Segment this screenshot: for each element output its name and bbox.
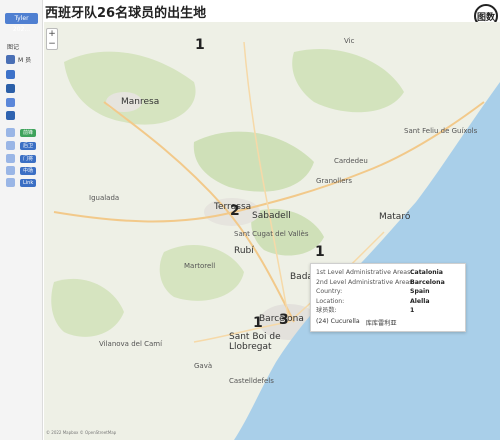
tooltip-key: 2nd Level Administrative Areas:	[316, 278, 415, 286]
place-label: Castelldefels	[229, 377, 274, 385]
filter-chip[interactable]: Link	[20, 179, 37, 187]
filter-row	[6, 154, 15, 163]
filter-icon	[6, 141, 15, 150]
tooltip-key: 1st Level Administrative Areas:	[316, 269, 413, 276]
place-label: Sabadell	[252, 211, 291, 221]
tooltip-row: 1st Level Administrative Areas: Cataloni…	[316, 268, 460, 278]
tooltip-value: Spain	[410, 288, 430, 295]
place-label: Mataró	[379, 212, 411, 222]
filter-chip[interactable]: 前锋	[20, 129, 37, 137]
tooltip-row: 球员数: 1	[316, 306, 460, 316]
place-label: Igualada	[89, 194, 120, 202]
map-view[interactable]: Manresa Terrassa Sabadell Rubí Mataró Ba…	[44, 22, 500, 440]
place-label: Vilanova del Camí	[99, 340, 163, 348]
legend-item[interactable]: M 员	[6, 55, 31, 64]
zoom-control: + −	[46, 28, 58, 50]
place-label: Gavà	[194, 362, 213, 370]
legend-swatch	[6, 111, 15, 120]
legend-item[interactable]	[6, 70, 15, 79]
tooltip-player: (24) Cucurella 库库雷利亚	[316, 318, 460, 327]
filter-icon	[6, 128, 15, 137]
legend-item[interactable]	[6, 111, 15, 120]
legend-swatch	[6, 70, 15, 79]
legend-item[interactable]	[6, 98, 15, 107]
filter-chip[interactable]: 中场	[20, 167, 37, 175]
filter-icon	[6, 166, 15, 175]
filter-row	[6, 128, 15, 137]
player-name: 库库雷利亚	[365, 319, 397, 327]
filter-row	[6, 178, 15, 187]
filter-row	[6, 166, 15, 175]
place-label: Cardedeu	[334, 157, 368, 165]
place-label: Sant Boi de Llobregat	[229, 332, 281, 352]
tooltip-key: Location:	[316, 297, 345, 305]
legend-item-label: M 员	[18, 57, 32, 64]
legend-title: 图记	[7, 44, 20, 51]
legend-swatch	[6, 84, 15, 93]
legend-swatch	[6, 55, 15, 64]
place-label: Granollers	[316, 177, 353, 185]
filter-icon	[6, 154, 15, 163]
place-label: Rubí	[234, 246, 254, 256]
tooltip-row: 2nd Level Administrative Areas: Barcelon…	[316, 278, 460, 288]
tooltip-value: Catalonia	[410, 269, 443, 276]
filter-chip[interactable]: 门将	[20, 155, 37, 163]
zoom-in-button[interactable]: +	[47, 29, 57, 39]
filter-row	[6, 141, 15, 150]
place-label: Sant Feliu de Guíxols	[404, 127, 478, 135]
tooltip-value: Barcelona	[410, 278, 445, 286]
place-label: Martorell	[184, 262, 216, 270]
sheet-tab-button[interactable]: Tyler 202...	[5, 13, 38, 33]
player-count-marker[interactable]: 1	[253, 315, 263, 331]
sidebar: Tyler 202... 图记 M 员 前锋 后卫 门将 中场 Link	[0, 0, 43, 440]
tooltip-row: Country: Spain	[316, 287, 460, 297]
zoom-out-button[interactable]: −	[47, 39, 57, 49]
tooltip-value: Alella	[410, 297, 430, 305]
player-count-marker[interactable]: 3	[279, 312, 289, 328]
tooltip-value: 1	[410, 307, 415, 314]
legend-swatch	[6, 98, 15, 107]
player-count-marker[interactable]: 1	[315, 244, 325, 260]
tooltip-row: Location: Alella	[316, 297, 460, 307]
tooltip-key: Country:	[316, 288, 343, 295]
player-count-marker[interactable]: 1	[195, 37, 205, 53]
player-number: (24) Cucurella	[316, 317, 360, 325]
map-attribution[interactable]: © 2022 Mapbox © OpenStreetMap	[46, 430, 116, 435]
place-label: Manresa	[121, 97, 160, 107]
filter-chip[interactable]: 后卫	[20, 142, 37, 150]
legend-item[interactable]	[6, 84, 15, 93]
tooltip-key: 球员数:	[316, 307, 337, 314]
place-label: Sant Cugat del Vallès	[234, 230, 309, 238]
filter-icon	[6, 178, 15, 187]
player-count-marker[interactable]: 2	[230, 203, 240, 219]
map-tooltip: 1st Level Administrative Areas: Cataloni…	[310, 263, 466, 332]
page-title: 西班牙队26名球员的出生地	[45, 6, 207, 21]
place-label: Vic	[344, 37, 355, 45]
